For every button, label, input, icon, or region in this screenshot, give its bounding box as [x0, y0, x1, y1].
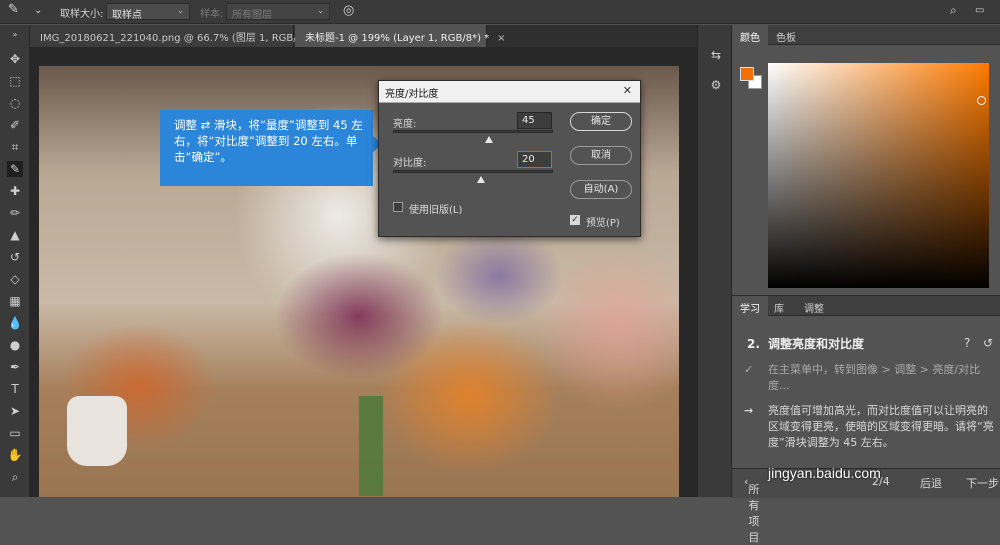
- brightness-label: 亮度:: [393, 119, 417, 130]
- sample-size-label: 取样大小:: [60, 9, 104, 20]
- quick-select-tool-icon[interactable]: ✐: [7, 117, 23, 133]
- sample-label: 样本:: [200, 9, 224, 20]
- back-button[interactable]: 后退: [920, 475, 942, 491]
- auto-button[interactable]: 自动(A): [570, 180, 632, 199]
- tab-untitled-document[interactable]: 未标题-1 @ 199% (Layer 1, RGB/8*) * ×: [295, 25, 506, 47]
- tab-learn[interactable]: 学习: [732, 296, 768, 316]
- legacy-label: 使用旧版(L): [409, 205, 463, 216]
- picker-ring[interactable]: [977, 96, 986, 105]
- close-icon[interactable]: ✕: [623, 84, 632, 97]
- eyedropper-tool-icon[interactable]: ✎: [7, 161, 23, 177]
- healing-tool-icon[interactable]: ✚: [7, 183, 23, 199]
- check-icon: ✓: [744, 363, 754, 376]
- eraser-tool-icon[interactable]: ◇: [7, 271, 23, 287]
- stems-shape: [359, 396, 383, 496]
- foreground-color-swatch[interactable]: [740, 67, 754, 81]
- all-items-link[interactable]: ‹ 所有项目: [744, 475, 759, 544]
- gradient-tool-icon[interactable]: ▦: [7, 293, 23, 309]
- step-item-completed: 在主菜单中，转到图像 > 调整 > 亮度/对比度...: [768, 363, 981, 392]
- history-brush-icon[interactable]: ↺: [7, 249, 23, 265]
- brush-tool-icon[interactable]: ✏: [7, 205, 23, 221]
- ok-button[interactable]: 确定: [570, 112, 632, 131]
- contrast-label: 对比度:: [393, 158, 427, 169]
- contrast-input[interactable]: 20: [517, 151, 552, 168]
- dialog-titlebar[interactable]: 亮度/对比度 ✕: [379, 81, 640, 103]
- properties-panel-icon[interactable]: ⚙: [708, 77, 724, 93]
- marquee-tool-icon[interactable]: ⬚: [7, 73, 23, 89]
- reset-icon[interactable]: ↺: [983, 335, 993, 351]
- zoom-tool-icon[interactable]: ⌕: [7, 469, 23, 485]
- color-panel-tabs: 颜色 色板: [732, 25, 1000, 45]
- legacy-checkbox[interactable]: [393, 202, 403, 212]
- chevron-down-icon: ⌄: [317, 6, 324, 15]
- learn-panel-tabs: 学习 库 调整: [732, 296, 1000, 316]
- sample-value: 所有图层: [232, 10, 272, 21]
- sample-size-select[interactable]: 取样点 ⌄: [106, 3, 190, 21]
- document-tabs: IMG_20180621_221040.png @ 66.7% (图层 1, R…: [30, 25, 697, 47]
- tools-panel: » ✥ ⬚ ◌ ✐ ⌗ ✎ ✚ ✏ ▲ ↺ ◇ ▦ 💧 ● ✒ T ➤ ▭ ✋ …: [0, 25, 30, 497]
- dodge-tool-icon[interactable]: ●: [7, 337, 23, 353]
- preview-label: 预览(P): [586, 218, 620, 229]
- brightness-slider-track[interactable]: [393, 130, 553, 133]
- step-number: 2.: [747, 337, 760, 351]
- eyedropper-icon[interactable]: ✎: [8, 2, 19, 17]
- blur-tool-icon[interactable]: 💧: [7, 315, 23, 331]
- brightness-input[interactable]: 45: [517, 112, 552, 129]
- brightness-slider-thumb[interactable]: [485, 136, 493, 143]
- contrast-slider-thumb[interactable]: [477, 176, 485, 183]
- workspace-icon[interactable]: ▭: [975, 5, 984, 16]
- tab-color[interactable]: 颜色: [732, 25, 768, 45]
- history-panel-icon[interactable]: ⇆: [708, 47, 724, 63]
- step-item-current: 亮度值可增加高光，而对比度值可以让明亮的区域变得更亮，使暗的区域变得更暗。请将“…: [768, 404, 994, 449]
- arrow-right-icon: →: [744, 404, 754, 417]
- tab-adjustments[interactable]: 调整: [796, 296, 832, 316]
- slider-adjust-icon: ⇄: [200, 118, 211, 132]
- step-title: 调整亮度和对比度: [768, 337, 865, 351]
- pen-tool-icon[interactable]: ✒: [7, 359, 23, 375]
- options-bar: ✎ ⌄ 取样大小: 取样点 ⌄ 样本: 所有图层 ⌄ ◎ ⌕ ▭: [0, 0, 1000, 24]
- brightness-contrast-dialog: 亮度/对比度 ✕ 亮度: 45 对比度: 20 使用旧版(L) 确定 取消 自动…: [378, 80, 641, 237]
- sample-size-value: 取样点: [112, 10, 142, 21]
- help-icon[interactable]: ?: [964, 335, 970, 351]
- crop-tool-icon[interactable]: ⌗: [7, 139, 23, 155]
- search-icon[interactable]: ⌕: [950, 3, 957, 18]
- next-button[interactable]: 下一步: [966, 475, 999, 491]
- sample-select[interactable]: 所有图层 ⌄: [226, 3, 330, 21]
- tool-preset-chevron-icon[interactable]: ⌄: [34, 5, 42, 16]
- close-icon[interactable]: ×: [497, 33, 505, 44]
- collapse-icon[interactable]: »: [7, 27, 23, 43]
- hand-tool-icon[interactable]: ✋: [7, 447, 23, 463]
- contrast-slider-track[interactable]: [393, 170, 553, 173]
- tutorial-callout: 调整 ⇄ 滑块，将“量度”调整到 45 左右，将“对比度”调整到 20 左右。单…: [160, 110, 382, 186]
- path-select-tool-icon[interactable]: ➤: [7, 403, 23, 419]
- tab-img-document[interactable]: IMG_20180621_221040.png @ 66.7% (图层 1, R…: [30, 25, 323, 47]
- color-picker-field[interactable]: [768, 63, 989, 288]
- tab-library[interactable]: 库: [766, 296, 792, 316]
- cancel-button[interactable]: 取消: [570, 146, 632, 165]
- tab-swatches[interactable]: 色板: [768, 25, 804, 45]
- all-items-label: 所有项目: [748, 483, 760, 544]
- color-panel: 颜色 色板: [732, 25, 1000, 295]
- callout-text-start: 调整: [174, 118, 197, 132]
- preview-checkbox[interactable]: ✓: [570, 215, 580, 225]
- type-tool-icon[interactable]: T: [7, 381, 23, 397]
- rectangle-tool-icon[interactable]: ▭: [7, 425, 23, 441]
- tab-label: 未标题-1 @ 199% (Layer 1, RGB/8*) *: [305, 33, 490, 44]
- move-tool-icon[interactable]: ✥: [7, 51, 23, 67]
- chevron-down-icon: ⌄: [177, 6, 184, 15]
- lasso-tool-icon[interactable]: ◌: [7, 95, 23, 111]
- vase-shape: [67, 396, 127, 466]
- tab-label: IMG_20180621_221040.png @ 66.7% (图层 1, R…: [40, 33, 307, 44]
- dialog-title: 亮度/对比度: [385, 89, 439, 100]
- watermark: jingyan.baidu.com: [768, 465, 881, 481]
- target-icon[interactable]: ◎: [343, 3, 354, 18]
- panel-dock-strip: ⇆ ⚙: [697, 25, 732, 497]
- stamp-tool-icon[interactable]: ▲: [7, 227, 23, 243]
